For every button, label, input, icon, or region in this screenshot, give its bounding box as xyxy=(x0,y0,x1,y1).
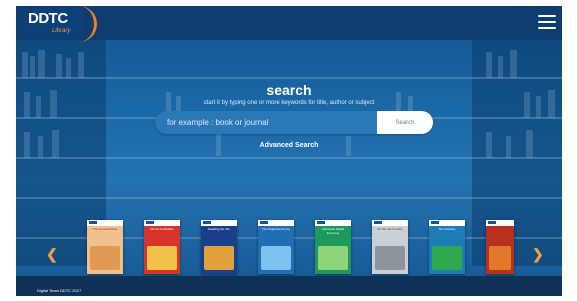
hamburger-menu-icon[interactable] xyxy=(538,15,556,31)
search-subtitle: start it by typing one or more keywords … xyxy=(203,100,375,106)
book-cover-title: Tax Amnesty xyxy=(438,227,456,231)
search-title: search xyxy=(266,82,312,98)
footer-bar: Digital Team DDTC 2017 xyxy=(16,276,562,296)
book-cover-6[interactable]: On the Tax Frontier xyxy=(372,220,408,274)
chevron-right-icon[interactable]: ❯ xyxy=(532,246,544,263)
footer-copyright: Digital Team DDTC 2017 xyxy=(37,288,82,293)
book-cover-title: On the Tax Frontier xyxy=(377,227,403,231)
book-cover-title: The Goodwill Rule xyxy=(92,227,118,231)
book-cover-title: Indonesia Digital Economy xyxy=(321,227,345,235)
search-bar: Search xyxy=(155,111,433,134)
book-cover-3[interactable]: Reading the Tax xyxy=(201,220,237,274)
book-cover-8[interactable] xyxy=(486,220,514,274)
search-button[interactable]: Search xyxy=(377,111,433,134)
book-cover-1[interactable]: The Goodwill Rule xyxy=(87,220,123,274)
library-page: DDTC Library search start it by typing o… xyxy=(16,6,562,296)
ddtc-library-logo[interactable]: DDTC Library xyxy=(24,6,97,42)
book-cover-title: Reading the Tax xyxy=(208,227,230,231)
book-cover-7[interactable]: Tax Amnesty xyxy=(429,220,465,274)
search-input[interactable] xyxy=(155,111,377,134)
book-cover-title: The Digital Economy xyxy=(262,227,290,231)
logo-text: DDTC xyxy=(28,10,68,27)
book-cover-5[interactable]: Indonesia Digital Economy xyxy=(315,220,351,274)
top-navbar: DDTC Library xyxy=(16,6,562,42)
chevron-left-icon[interactable]: ❮ xyxy=(46,246,58,263)
book-cover-4[interactable]: The Digital Economy xyxy=(258,220,294,274)
book-cover-title: Not So Forbidden xyxy=(150,227,174,231)
logo-swoosh xyxy=(74,6,97,42)
logo-subtext: Library xyxy=(52,28,71,34)
advanced-search-link[interactable]: Advanced Search xyxy=(16,142,562,149)
book-cover-2[interactable]: Not So Forbidden xyxy=(144,220,180,274)
